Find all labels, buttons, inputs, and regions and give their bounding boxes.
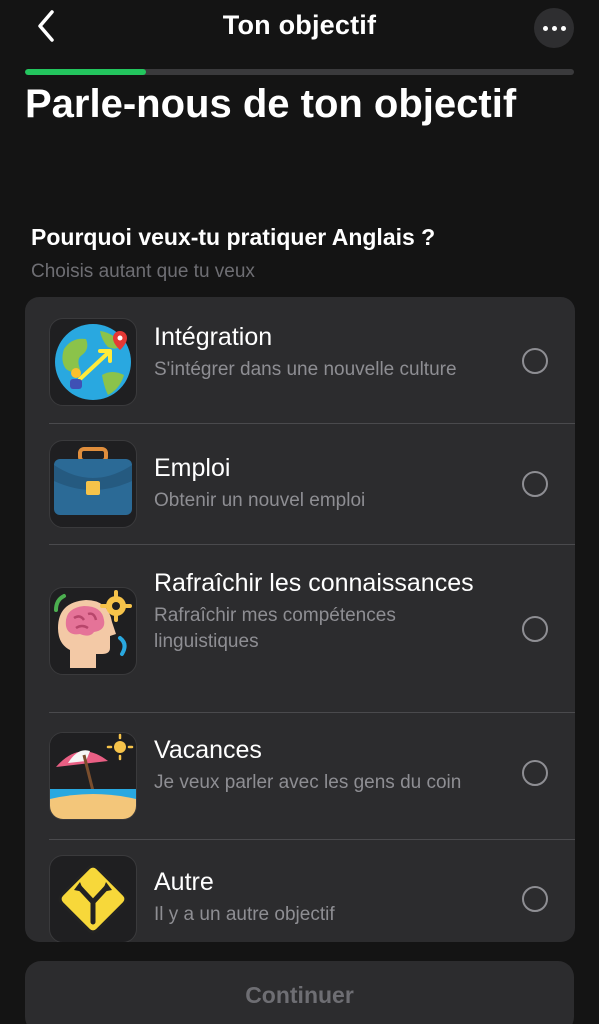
option-text: Vacances Je veux parler avec les gens du…	[154, 730, 495, 796]
option-text: Rafraîchir les connaissances Rafraîchir …	[154, 563, 495, 655]
option-subtitle: Je veux parler avec les gens du coin	[154, 772, 462, 793]
options-list: Intégration S'intégrer dans une nouvelle…	[25, 297, 575, 942]
option-title: Rafraîchir les connaissances	[154, 569, 474, 597]
option-subtitle: S'intégrer dans une nouvelle culture	[154, 359, 457, 380]
option-subtitle: Obtenir un nouvel emploi	[154, 490, 366, 511]
page-headline: Parle-nous de ton objectif	[25, 82, 517, 126]
screen: Ton objectif Parle-nous de ton objectif …	[0, 0, 599, 1024]
header: Ton objectif	[0, 0, 599, 60]
beach-umbrella-icon	[49, 732, 137, 820]
option-checkbox[interactable]	[522, 886, 548, 912]
progress-fill	[25, 69, 146, 75]
option-integration[interactable]: Intégration S'intégrer dans une nouvelle…	[49, 297, 575, 424]
globe-integration-icon	[49, 318, 137, 406]
option-title: Vacances	[154, 736, 262, 764]
continue-button[interactable]: Continuer	[25, 961, 574, 1024]
option-title: Autre	[154, 868, 214, 896]
option-checkbox[interactable]	[522, 471, 548, 497]
option-subtitle: Il y a un autre objectif	[154, 904, 335, 925]
option-rafraichir[interactable]: Rafraîchir les connaissances Rafraîchir …	[49, 545, 575, 713]
option-title: Intégration	[154, 323, 273, 351]
header-title: Ton objectif	[222, 10, 377, 40]
option-title: Emploi	[154, 454, 231, 482]
option-subtitle: Rafraîchir mes compétences linguistiques	[154, 605, 396, 652]
more-options-button[interactable]	[534, 8, 574, 48]
option-text: Autre Il y a un autre objectif	[154, 862, 495, 928]
more-horizontal-icon	[542, 25, 566, 31]
hint-text: Choisis autant que tu veux	[31, 261, 255, 282]
option-text: Emploi Obtenir un nouvel emploi	[154, 448, 495, 514]
option-emploi[interactable]: Emploi Obtenir un nouvel emploi	[49, 424, 575, 545]
option-checkbox[interactable]	[522, 760, 548, 786]
brain-gear-icon	[49, 587, 137, 675]
option-autre[interactable]: Autre Il y a un autre objectif	[49, 840, 575, 942]
briefcase-icon	[49, 440, 137, 528]
option-checkbox[interactable]	[522, 616, 548, 642]
road-sign-icon	[49, 855, 137, 942]
option-checkbox[interactable]	[522, 348, 548, 374]
option-text: Intégration S'intégrer dans une nouvelle…	[154, 317, 495, 383]
option-vacances[interactable]: Vacances Je veux parler avec les gens du…	[49, 713, 575, 840]
progress-bar	[25, 69, 574, 75]
question-label: Pourquoi veux-tu pratiquer Anglais ?	[31, 224, 436, 250]
